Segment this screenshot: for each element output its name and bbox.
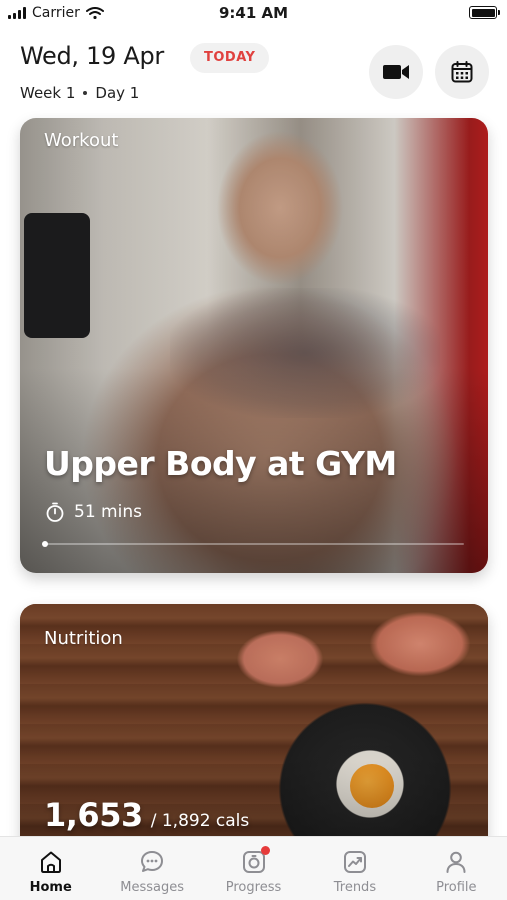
tab-messages[interactable]: Messages (101, 837, 202, 900)
today-badge[interactable]: TODAY (190, 43, 270, 73)
tab-trends[interactable]: Trends (304, 837, 405, 900)
workout-label: Workout (44, 130, 119, 151)
day-label: Day 1 (95, 84, 140, 102)
calories-summary: 1,653 / 1,892 cals (44, 796, 249, 834)
tab-progress[interactable]: Progress (203, 837, 304, 900)
workout-progress-track (44, 543, 464, 545)
messages-icon (141, 851, 164, 872)
duration-text: 51 mins (74, 502, 142, 522)
page-title-date: Wed, 19 Apr (20, 42, 164, 70)
video-button[interactable] (369, 45, 423, 99)
header: Wed, 19 Apr TODAY Week 1 Day 1 (20, 40, 489, 110)
status-bar: Carrier 9:41 AM (0, 0, 507, 28)
week-label: Week 1 (20, 84, 76, 102)
status-time: 9:41 AM (218, 4, 289, 22)
workout-progress-indicator (42, 541, 48, 547)
calories-goal: / 1,892 cals (150, 811, 250, 831)
calendar-icon (451, 61, 473, 83)
tab-messages-label: Messages (120, 880, 184, 895)
home-icon (40, 851, 61, 873)
workout-duration: 51 mins (46, 502, 142, 522)
tab-progress-label: Progress (225, 880, 282, 895)
battery-fill (471, 8, 495, 17)
video-camera-icon (383, 65, 409, 79)
calories-consumed: 1,653 (44, 796, 143, 834)
tab-trends-label: Trends (333, 880, 377, 895)
stopwatch-icon (46, 502, 64, 522)
progress-notification-badge (260, 846, 270, 855)
separator-dot (83, 91, 88, 95)
battery-icon (469, 6, 500, 19)
profile-icon (446, 851, 466, 873)
tab-home-label: Home (29, 880, 72, 895)
nutrition-label: Nutrition (44, 628, 123, 649)
tab-profile-label: Profile (436, 880, 477, 895)
progress-icon-wrap (241, 846, 270, 875)
workout-title: Upper Body at GYM (44, 444, 397, 483)
tab-home[interactable]: Home (0, 837, 101, 900)
tab-bar: Home Messages Progress Trends Profile (0, 836, 507, 900)
trends-icon (343, 851, 366, 873)
week-day-line: Week 1 Day 1 (20, 84, 139, 102)
nutrition-card[interactable]: Nutrition 1,653 / 1,892 cals (20, 604, 488, 864)
tab-profile[interactable]: Profile (406, 837, 507, 900)
workout-card[interactable]: Workout Upper Body at GYM 51 mins (20, 118, 488, 573)
calendar-button[interactable] (435, 45, 489, 99)
